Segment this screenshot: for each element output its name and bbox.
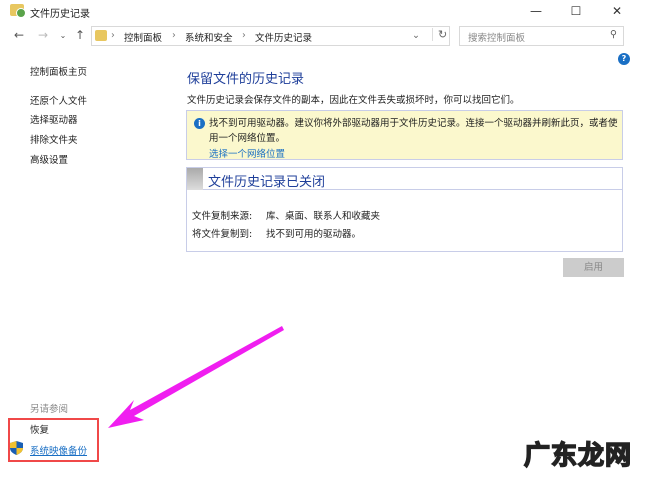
highlight-box xyxy=(8,418,99,462)
watermark: 广东龙网 xyxy=(523,440,633,472)
annotation-arrow xyxy=(108,326,284,428)
